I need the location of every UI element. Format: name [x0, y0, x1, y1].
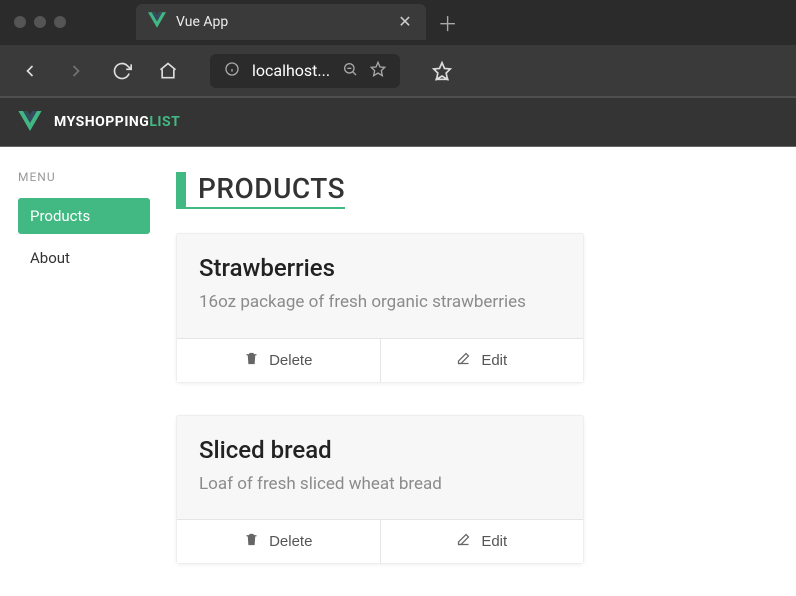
tab-title: Vue App [176, 14, 228, 30]
trash-icon [244, 532, 259, 551]
card-actions: Delete Edit [177, 338, 583, 382]
page-title: PRODUCTS [176, 172, 345, 209]
browser-toolbar: localhost... [0, 44, 796, 96]
brand-mid: SHOPPING [76, 114, 150, 130]
sidebar: MENU Products About [18, 170, 150, 596]
back-button[interactable] [20, 61, 40, 81]
trash-icon [244, 351, 259, 370]
address-bar[interactable]: localhost... [210, 54, 400, 88]
brand-accent: LIST [149, 114, 180, 130]
page: MENU Products About PRODUCTS Strawberrie… [0, 146, 796, 596]
close-tab-icon[interactable]: ✕ [398, 14, 411, 30]
delete-label: Delete [269, 533, 312, 550]
window-controls [0, 16, 66, 28]
product-name: Sliced bread [199, 436, 561, 464]
delete-button[interactable]: Delete [177, 339, 381, 382]
app-logo-icon [18, 111, 42, 135]
forward-button[interactable] [66, 61, 86, 81]
sidebar-item-about[interactable]: About [18, 240, 150, 276]
new-tab-button[interactable]: ＋ [438, 8, 458, 37]
edit-button[interactable]: Edit [381, 520, 584, 563]
product-description: 16oz package of fresh organic strawberri… [199, 290, 561, 316]
menu-label: MENU [18, 170, 150, 184]
zoom-out-icon[interactable] [342, 61, 358, 81]
sidebar-item-label: Products [30, 207, 90, 225]
edit-label: Edit [481, 352, 507, 369]
brand: MYSHOPPINGLIST [54, 114, 180, 130]
product-description: Loaf of fresh sliced wheat bread [199, 472, 561, 498]
browser-chrome: Vue App ✕ ＋ localhost... [0, 0, 796, 96]
browser-tab[interactable]: Vue App ✕ [136, 4, 426, 40]
traffic-zoom-icon[interactable] [54, 16, 66, 28]
favorite-icon[interactable] [370, 61, 386, 81]
title-bar: Vue App ✕ ＋ [0, 0, 796, 44]
delete-label: Delete [269, 352, 312, 369]
site-info-icon[interactable] [224, 61, 240, 81]
vue-logo-icon [148, 12, 166, 32]
brand-prefix: MY [54, 114, 76, 130]
sidebar-item-products[interactable]: Products [18, 198, 150, 234]
edit-label: Edit [481, 533, 507, 550]
card-actions: Delete Edit [177, 519, 583, 563]
product-card: Sliced bread Loaf of fresh sliced wheat … [176, 415, 584, 565]
favorites-bar-icon[interactable] [432, 61, 452, 81]
product-name: Strawberries [199, 254, 561, 282]
url-text: localhost... [252, 61, 330, 80]
delete-button[interactable]: Delete [177, 520, 381, 563]
app-header: MYSHOPPINGLIST [0, 96, 796, 146]
main: PRODUCTS Strawberries 16oz package of fr… [176, 170, 584, 596]
edit-button[interactable]: Edit [381, 339, 584, 382]
product-card: Strawberries 16oz package of fresh organ… [176, 233, 584, 383]
reload-button[interactable] [112, 61, 132, 81]
edit-icon [456, 351, 471, 370]
traffic-close-icon[interactable] [14, 16, 26, 28]
sidebar-item-label: About [30, 249, 70, 267]
edit-icon [456, 532, 471, 551]
home-button[interactable] [158, 61, 178, 81]
traffic-minimize-icon[interactable] [34, 16, 46, 28]
